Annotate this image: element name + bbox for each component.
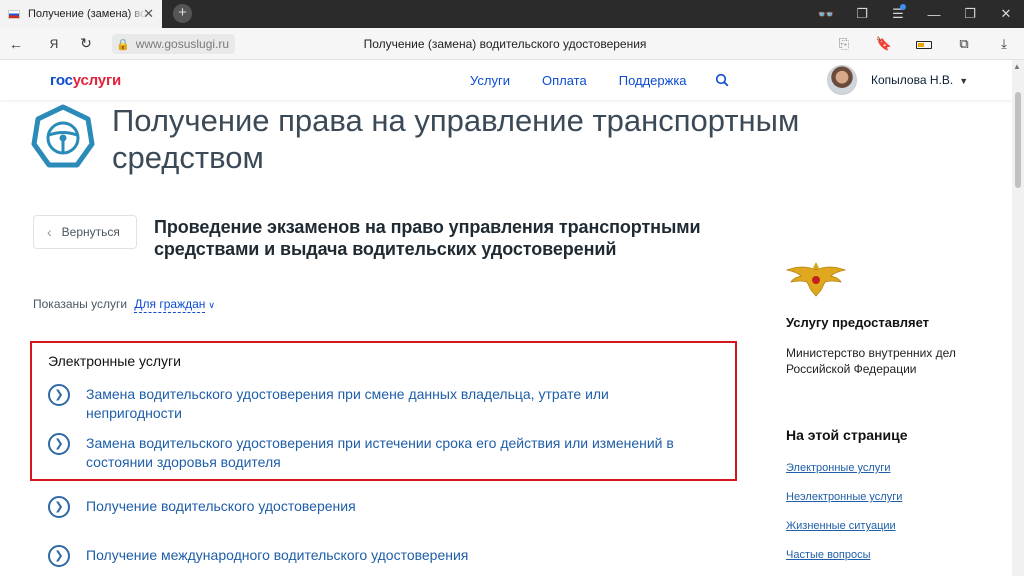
logo-gos: гос — [50, 72, 73, 89]
chevron-down-icon[interactable]: ∨ — [208, 300, 215, 310]
logo-uslugi: услуги — [72, 72, 122, 89]
reader-mode-icon[interactable]: 👓 — [808, 6, 844, 23]
minimize-icon[interactable]: — — [916, 7, 952, 22]
service-link-text[interactable]: Замена водительского удостоверения при и… — [86, 433, 686, 472]
chevron-right-circle-icon: ❯ — [48, 433, 70, 455]
nav-payment[interactable]: Оплата — [542, 73, 587, 90]
new-tab-button[interactable]: + — [173, 4, 192, 23]
user-menu[interactable]: Копылова Н.В. ▼ — [871, 73, 968, 87]
onpage-link-nonelectronic[interactable]: Неэлектронные услуги — [786, 491, 902, 503]
address-bar-actions: ⎘ 🔖 ⧉ ⤓ — [824, 28, 1024, 60]
service-link[interactable]: ❯ Получение международного водительского… — [48, 545, 686, 567]
browser-tab[interactable]: Получение (замена) водительского удостов… — [0, 0, 162, 28]
chevron-down-icon: ▼ — [959, 76, 969, 86]
extensions-icon[interactable]: ⧉ — [944, 36, 984, 52]
service-link-text[interactable]: Получение водительского удостоверения — [86, 496, 686, 516]
russia-flag-favicon — [8, 9, 20, 19]
main-nav: Услуги Оплата Поддержка — [470, 73, 729, 90]
chevron-right-circle-icon: ❯ — [48, 545, 70, 567]
service-link[interactable]: ❯ Замена водительского удостоверения при… — [48, 384, 686, 423]
onpage-link-life-situations[interactable]: Жизненные ситуации — [786, 520, 896, 532]
provider-name: Министерство внутренних дел Российской Ф… — [786, 346, 956, 376]
tab-title: Получение (замена) водительского удостов… — [28, 8, 146, 20]
avatar[interactable] — [827, 65, 857, 95]
filter-label: Показаны услуги — [33, 297, 128, 311]
service-link[interactable]: ❯ Замена водительского удостоверения при… — [48, 433, 686, 472]
menu-icon[interactable]: ☰ — [880, 4, 916, 22]
mvd-emblem-icon — [785, 262, 847, 297]
electronic-services-heading: Электронные услуги — [48, 353, 181, 369]
chevron-right-circle-icon: ❯ — [48, 384, 70, 406]
tab-collection-icon[interactable]: ❐ — [844, 6, 880, 22]
audience-filter: Показаны услуги Для граждан ∨ — [33, 297, 215, 313]
back-button-label: Вернуться — [61, 225, 120, 239]
address-bar: ← Я ↻ 🔒 www.gosuslugi.ru Получение (заме… — [0, 28, 1024, 60]
nav-support[interactable]: Поддержка — [619, 73, 687, 90]
service-link-text[interactable]: Замена водительского удостоверения при с… — [86, 384, 686, 423]
bookmark-icon[interactable]: 🔖 — [864, 36, 904, 52]
translate-icon[interactable]: ⎘ — [824, 36, 864, 52]
window-controls: 👓 ❐ ☰ — ❐ ✕ — [808, 0, 1024, 28]
chevron-right-circle-icon: ❯ — [48, 496, 70, 518]
chevron-left-icon: ‹ — [47, 224, 52, 240]
scroll-up-icon[interactable]: ▲ — [1013, 62, 1021, 71]
onpage-link-faq[interactable]: Частые вопросы — [786, 549, 871, 561]
service-link-text[interactable]: Получение международного водительского у… — [86, 545, 686, 565]
user-name: Копылова Н.В. — [871, 73, 954, 87]
search-icon[interactable] — [715, 73, 729, 90]
gosuslugi-logo[interactable]: госуслуги — [50, 72, 121, 89]
nav-services[interactable]: Услуги — [470, 73, 510, 90]
restore-icon[interactable]: ❐ — [952, 6, 988, 22]
download-icon[interactable]: ⤓ — [984, 36, 1024, 52]
audience-select[interactable]: Для граждан — [134, 297, 206, 313]
provider-heading: Услугу предоставляет — [786, 315, 930, 330]
steering-wheel-icon — [31, 104, 95, 168]
close-window-icon[interactable]: ✕ — [988, 6, 1024, 22]
scrollbar-thumb[interactable] — [1015, 92, 1021, 188]
page-title: Получение права на управление транспортн… — [112, 103, 800, 175]
battery-icon[interactable] — [904, 37, 944, 52]
tab-close-icon[interactable]: ✕ — [143, 6, 154, 22]
back-button[interactable]: ‹ Вернуться — [33, 215, 137, 249]
onpage-link-electronic[interactable]: Электронные услуги — [786, 462, 890, 474]
service-link[interactable]: ❯ Получение водительского удостоверения — [48, 496, 686, 518]
browser-tab-strip: Получение (замена) водительского удостов… — [0, 0, 1024, 28]
service-subtitle: Проведение экзаменов на право управления… — [154, 217, 701, 259]
site-header: госуслуги Услуги Оплата Поддержка Копыло… — [0, 60, 1012, 100]
onpage-heading: На этой странице — [786, 427, 908, 443]
